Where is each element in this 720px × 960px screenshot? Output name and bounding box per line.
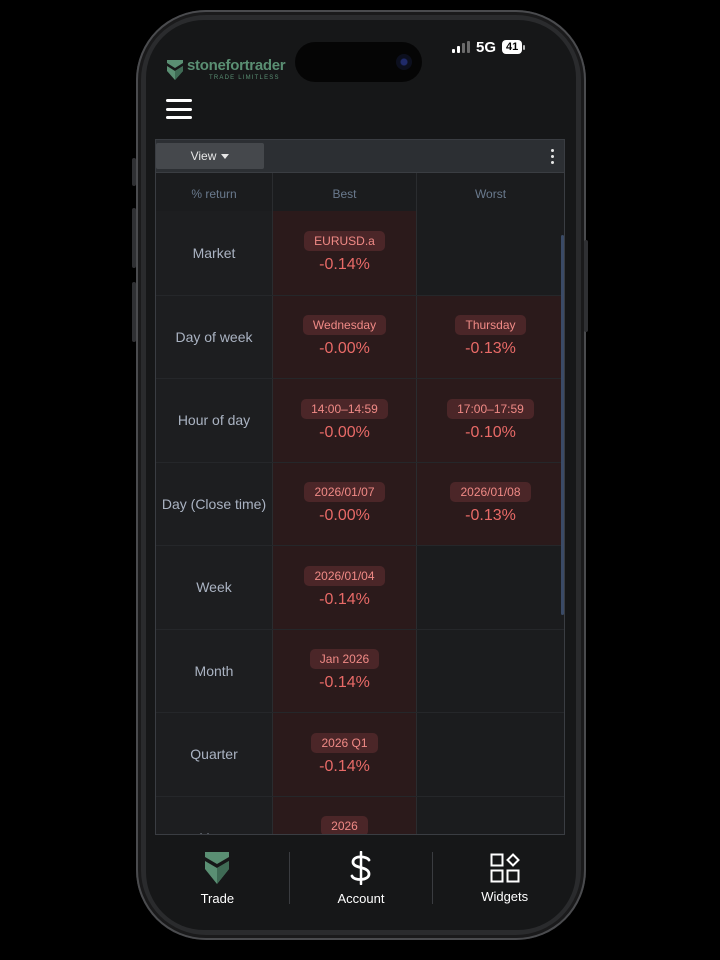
battery-icon: 41 [502,40,526,54]
brand-logo[interactable]: stonefortrader TRADE LIMITLESS [166,57,286,81]
best-cell[interactable]: Jan 2026 -0.14% [273,629,417,712]
row-label: Quarter [156,713,273,796]
returns-table: % return Best Worst Market EURUSD.a -0.14%… [156,173,564,834]
table-body: Market EURUSD.a -0.14% Day of week Wednesday… [156,211,564,834]
best-cell[interactable]: EURUSD.a -0.14% [273,211,417,295]
worst-cell [417,629,564,712]
worst-value: -0.13% [465,507,516,525]
header-return: % return [156,173,273,215]
table-row: Quarter 2026 Q1 -0.14% [156,712,564,796]
best-value: -0.00% [319,507,370,525]
table-row: Month Jan 2026 -0.14% [156,628,564,712]
best-tag: 14:00–14:59 [301,398,388,419]
nav-account[interactable]: Account [290,838,433,918]
best-tag: Jan 2026 [309,649,380,670]
volume-up-button [132,208,136,268]
row-label: Week [156,546,273,629]
view-dropdown-button[interactable]: View [156,143,264,169]
row-label: Market [156,211,273,295]
best-cell[interactable]: 2026/01/04 -0.14% [273,546,417,629]
row-label: Month [156,629,273,712]
nav-widgets[interactable]: Widgets [433,838,576,918]
row-label: Hour of day [156,379,273,462]
table-row: Market EURUSD.a -0.14% [156,211,564,295]
bottom-nav: Trade Account Widgets [146,838,576,918]
best-value: -0.14% [319,757,370,775]
nav-trade-label: Trade [200,890,235,906]
worst-cell [417,546,564,629]
header-worst: Worst [474,187,507,201]
menu-icon[interactable] [166,97,192,121]
nav-account-label: Account [337,890,385,906]
best-value: -0.14% [319,590,370,608]
worst-value: -0.10% [465,423,516,441]
dollar-icon [350,850,371,885]
best-value: -0.14% [319,256,370,274]
scrollbar[interactable] [561,235,564,615]
best-value: -0.14% [319,674,370,692]
worst-cell[interactable]: 2026/01/08 -0.13% [417,462,564,545]
worst-cell [417,713,564,796]
best-tag: EURUSD.a [304,231,385,252]
table-header: % return Best Worst [156,173,564,215]
shield-logo-icon [167,59,183,80]
best-cell[interactable]: 14:00–14:59 -0.00% [273,379,417,462]
best-cell[interactable]: Wednesday -0.00% [273,295,417,378]
action-button [132,158,136,186]
best-tag: 2026 [321,816,368,834]
best-cell[interactable]: 2026/01/07 -0.00% [273,462,417,545]
panel-toolbar: View [156,140,564,173]
best-cell[interactable]: 2026 Q1 -0.14% [273,713,417,796]
table-row: Year2026-0.14% [156,795,564,834]
worst-tag: 2026/01/08 [450,482,531,503]
worst-cell [417,796,564,834]
table-row: Day (Close time) 2026/01/07 -0.00% 2026/01/… [156,461,564,545]
table-row: Hour of day 14:00–14:59 -0.00% 17:00–17:59 -… [156,378,564,462]
network-label: 5G [476,38,497,56]
table-row: Week 2026/01/04 -0.14% [156,545,564,629]
best-value: -0.00% [319,423,370,441]
header-best: Best [273,173,417,215]
more-options-icon[interactable] [551,149,554,164]
worst-cell[interactable]: 17:00–17:59 -0.10% [417,379,564,462]
widgets-icon [490,852,520,882]
power-button [584,240,588,332]
best-value: -0.00% [319,340,370,358]
row-label: Day of week [156,295,273,378]
nav-widgets-label: Widgets [481,888,529,904]
best-tag: Wednesday [302,315,387,336]
nav-trade[interactable]: Trade [146,838,289,918]
best-tag: 2026/01/04 [304,565,385,586]
signal-icon [452,41,470,53]
worst-value: -0.13% [465,340,516,358]
volume-down-button [132,282,136,342]
row-label: Day (Close time) [156,462,273,545]
best-tag: 2026/01/07 [304,482,385,503]
camera-icon [396,54,412,70]
brand-name: stonefortrader [187,57,286,74]
best-cell[interactable]: 2026-0.14% [273,796,417,834]
trade-logo-icon [205,851,230,884]
worst-cell[interactable]: Thursday -0.13% [417,295,564,378]
worst-tag: Thursday [455,315,526,336]
dynamic-island [295,42,422,82]
best-tag: 2026 Q1 [311,732,378,753]
status-bar: 5G 41 [452,38,526,56]
row-label: Year [156,796,273,834]
caret-down-icon [221,153,230,159]
table-row: Day of week Wednesday -0.00% Thursday -0.13% [156,294,564,378]
view-label: View [190,149,217,163]
brand-tagline: TRADE LIMITLESS [209,75,280,81]
worst-tag: 17:00–17:59 [447,398,534,419]
worst-cell [417,211,564,295]
returns-panel: View % return Best Worst Market EURUSD.a -… [155,139,565,835]
